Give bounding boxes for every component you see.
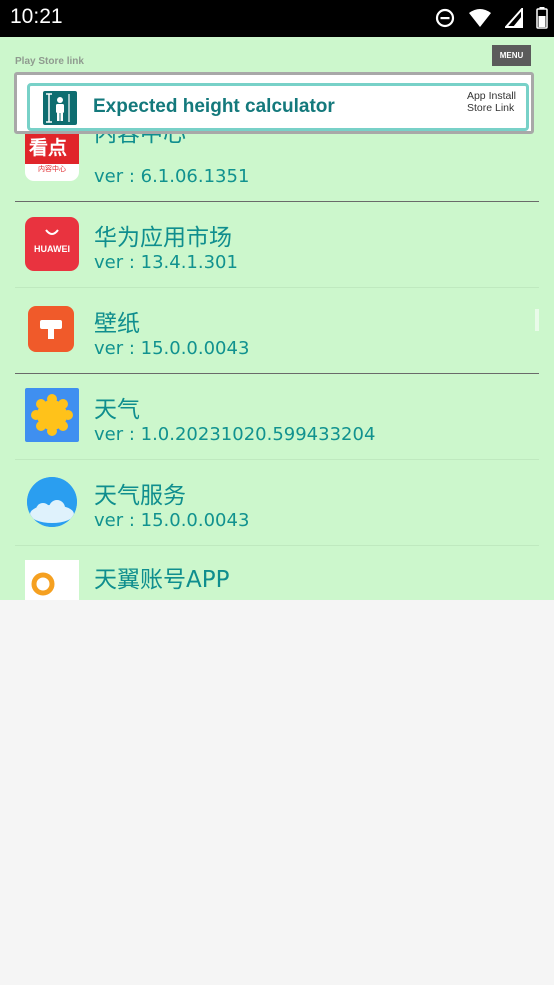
ad-banner[interactable]: Expected height calculator App Install S… — [14, 72, 534, 134]
app-name: 华为应用市场 — [94, 225, 232, 251]
wallpaper-brush-icon — [28, 306, 74, 352]
tianyi-account-icon — [25, 560, 79, 600]
ad-title[interactable]: Expected height calculator — [93, 96, 335, 118]
ad-store-link-line1: App Install — [466, 90, 516, 102]
scrollbar-thumb[interactable] — [535, 309, 539, 331]
app-name: 天气服务 — [94, 483, 186, 509]
wifi-icon — [468, 8, 492, 32]
list-item[interactable]: 天气服务 ver : 15.0.0.0043 — [15, 460, 539, 546]
list-item[interactable]: 壁纸 ver : 15.0.0.0043 — [15, 288, 539, 374]
app-version: ver : 15.0.0.0043 — [94, 510, 250, 531]
status-icons — [427, 6, 548, 32]
do-not-disturb-icon — [435, 8, 455, 32]
status-bar: 10:21 — [0, 0, 554, 37]
app-version: ver : 6.1.06.1351 — [94, 166, 250, 187]
height-person-icon — [43, 91, 77, 125]
list-item[interactable]: 天气 ver : 1.0.20231020.599433204 — [15, 374, 539, 460]
app-name: 天气 — [94, 397, 140, 423]
ad-store-link[interactable]: App Install Store Link — [467, 90, 516, 114]
kandian-icon: 看点 内容中心 — [25, 127, 79, 181]
weather-sun-icon — [25, 388, 79, 442]
menu-button[interactable]: MENU — [492, 45, 531, 66]
kandian-icon-text: 看点 — [29, 137, 68, 159]
status-time: 10:21 — [10, 5, 63, 28]
huawei-appgallery-icon: HUAWEI — [25, 217, 79, 271]
empty-area — [0, 600, 554, 985]
signal-icon — [503, 6, 523, 32]
ad-store-link-line2: Store Link — [466, 102, 515, 114]
list-item[interactable]: HUAWEI 华为应用市场 ver : 13.4.1.301 — [15, 202, 539, 288]
app-screen: 看点 内容中心 内容中心 ver : 6.1.06.1351 HUAWEI 华为… — [0, 37, 554, 600]
weather-cloud-icon — [27, 477, 77, 527]
huawei-icon-text: HUAWEI — [34, 244, 70, 254]
app-name: 天翼账号APP — [94, 567, 230, 593]
ad-card[interactable]: Expected height calculator App Install S… — [27, 83, 529, 131]
app-version: ver : 13.4.1.301 — [94, 252, 238, 273]
list-item[interactable]: 天翼账号APP — [15, 546, 539, 600]
battery-icon — [536, 7, 548, 33]
app-version: ver : 1.0.20231020.599433204 — [94, 424, 376, 445]
play-store-label: Play Store link — [15, 56, 84, 67]
app-version: ver : 15.0.0.0043 — [94, 338, 250, 359]
app-name: 壁纸 — [94, 311, 140, 337]
kandian-icon-subtext: 内容中心 — [38, 165, 66, 173]
